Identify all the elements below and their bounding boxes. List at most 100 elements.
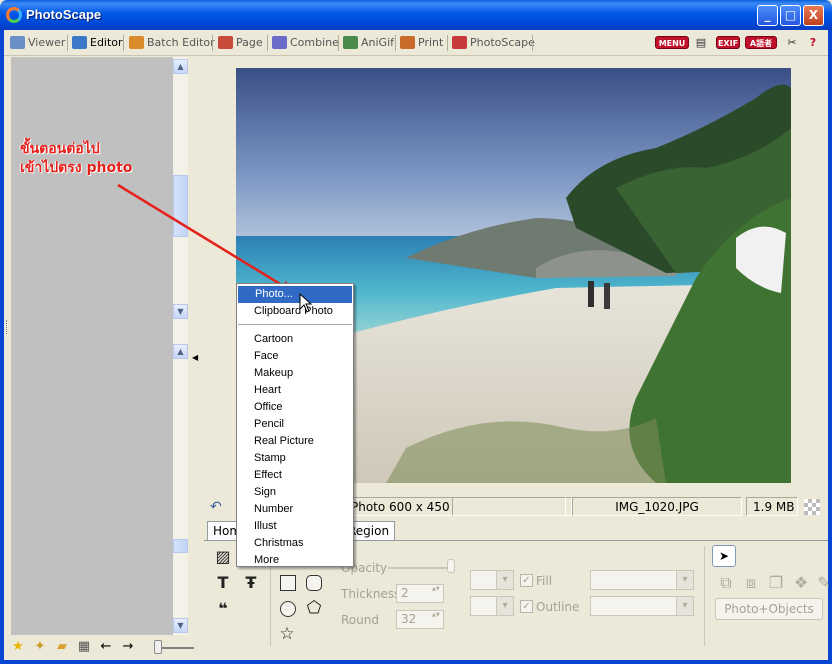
tab-anigif[interactable]: AniGif [341, 33, 394, 53]
scroll-down-icon[interactable]: ▼ [173, 618, 188, 633]
delete-object-icon[interactable]: ✎ [814, 573, 832, 593]
menu-button[interactable]: MENU [655, 36, 689, 49]
pentagon-shape-icon[interactable]: ⬠ [304, 598, 324, 618]
divider [704, 546, 705, 646]
tab-combine[interactable]: Combine [270, 33, 339, 53]
scroll-thumb[interactable] [173, 539, 188, 553]
window-frame-left [0, 30, 4, 664]
select-pointer-icon[interactable]: ➤ [712, 545, 736, 567]
thickness-stepper[interactable]: 2 [396, 584, 444, 603]
maximize-button[interactable]: □ [780, 5, 801, 26]
send-back-icon[interactable]: ⧈ [741, 573, 761, 593]
folder-tree-scrollbar[interactable]: ▲ ▼ ▲ ▼ [173, 57, 188, 635]
menu-item-photo[interactable]: Photo... [238, 286, 352, 303]
opacity-slider[interactable] [388, 567, 452, 569]
bring-front-icon[interactable]: ⧉ [716, 573, 736, 593]
text-outline-tool-icon[interactable]: Ŧ [241, 573, 261, 593]
ellipse-shape-icon[interactable] [280, 601, 296, 617]
annotation-line-2: เข้าไปตรง photo [20, 160, 133, 176]
tools-icon[interactable]: ✂ [785, 36, 799, 50]
scroll-down-icon[interactable]: ▼ [173, 304, 188, 319]
menu-item-heart[interactable]: Heart [237, 382, 353, 399]
tab-batch-editor[interactable]: Batch Editor [127, 33, 215, 53]
menu-item-office[interactable]: Office [237, 399, 353, 416]
thickness-label: Thickness [341, 587, 401, 601]
tab-separator [395, 35, 396, 51]
menu-item-sign[interactable]: Sign [237, 484, 353, 501]
menu-item-makeup[interactable]: Makeup [237, 365, 353, 382]
combine-icon [272, 36, 287, 49]
minimize-button[interactable]: _ [757, 5, 778, 26]
tab-photoscape[interactable]: PhotoScape [450, 33, 535, 53]
photo-object-icon[interactable]: ▨ [213, 547, 233, 567]
viewer-icon [10, 36, 25, 49]
collapse-arrow-icon[interactable]: ◀ [192, 353, 198, 362]
menu-item-clipboard-photo[interactable]: Clipboard Photo [237, 303, 353, 320]
editor-icon [72, 36, 87, 49]
menu-item-face[interactable]: Face [237, 348, 353, 365]
tab-viewer[interactable]: Viewer [8, 33, 65, 53]
text-tool-icon[interactable]: T [213, 573, 233, 593]
outline-label: Outline [536, 600, 580, 614]
tab-print[interactable]: Print [398, 33, 443, 53]
panel-grip[interactable] [6, 320, 9, 334]
menu-item-christmas[interactable]: Christmas [237, 535, 353, 552]
back-arrow-icon[interactable]: ← [98, 639, 114, 655]
menu-item-illust[interactable]: Illust [237, 518, 353, 535]
menu-item-more[interactable]: More [237, 552, 353, 569]
tab-page[interactable]: Page [216, 33, 263, 53]
outline-checkbox[interactable]: ✓ [520, 600, 533, 613]
outline-style-dropdown[interactable] [590, 596, 694, 616]
thumbnail-size-knob[interactable] [154, 640, 162, 654]
rounded-rectangle-shape-icon[interactable] [306, 575, 322, 591]
menu-item-number[interactable]: Number [237, 501, 353, 518]
window-frame-bottom [0, 660, 832, 664]
close-button[interactable]: X [803, 5, 824, 26]
star-icon[interactable]: ★ [10, 639, 26, 655]
menu-item-real-picture[interactable]: Real Picture [237, 433, 353, 450]
panel-splitter[interactable] [188, 57, 203, 635]
round-stepper[interactable]: 32 [396, 610, 444, 629]
opacity-slider-knob[interactable] [447, 559, 455, 573]
status-spacer [452, 497, 566, 516]
duplicate-icon[interactable]: ❐ [766, 573, 786, 593]
menu-item-cartoon[interactable]: Cartoon [237, 331, 353, 348]
menu-item-stamp[interactable]: Stamp [237, 450, 353, 467]
tab-separator [212, 35, 213, 51]
print-icon [400, 36, 415, 49]
rectangle-shape-icon[interactable] [280, 575, 296, 591]
scroll-thumb[interactable] [173, 175, 188, 237]
photo-objects-button[interactable]: Photo+Objects [715, 598, 823, 620]
undo-icon[interactable]: ↶ [210, 499, 222, 515]
exif-button[interactable]: EXIF [716, 36, 740, 49]
tab-separator [267, 35, 268, 51]
favorites-icon[interactable]: ✦ [32, 639, 48, 655]
batch-editor-icon [129, 36, 144, 49]
fill-style-dropdown[interactable] [590, 570, 694, 590]
menu-item-pencil[interactable]: Pencil [237, 416, 353, 433]
fill-checkbox[interactable]: ✓ [520, 574, 533, 587]
scroll-up-icon[interactable]: ▲ [173, 344, 188, 359]
tab-separator [67, 35, 68, 51]
tab-separator [447, 35, 448, 51]
film-icon[interactable]: ▦ [76, 639, 92, 655]
forward-arrow-icon[interactable]: → [120, 639, 136, 655]
tab-editor[interactable]: Editor [70, 33, 123, 53]
help-icon[interactable]: ? [806, 36, 820, 50]
photoscape-icon [452, 36, 467, 49]
speech-bubble-icon[interactable]: ❝ [213, 599, 233, 619]
fill-color-dropdown[interactable] [470, 570, 514, 590]
folder-icon[interactable]: ▰ [54, 639, 70, 655]
language-button[interactable]: A語者 [745, 36, 777, 49]
filesize-status: 1.9 MB [746, 497, 798, 516]
copy-icon[interactable]: ▤ [694, 36, 708, 50]
page-icon [218, 36, 233, 49]
transparency-checker-icon[interactable] [804, 499, 820, 515]
group-icon[interactable]: ❖ [791, 573, 811, 593]
star-shape-icon[interactable]: ☆ [277, 624, 297, 644]
left-bottom-toolbar: ★ ✦ ▰ ▦ ← → [4, 635, 204, 660]
menu-item-effect[interactable]: Effect [237, 467, 353, 484]
outline-color-dropdown[interactable] [470, 596, 514, 616]
filename-status: IMG_1020.JPG [572, 497, 742, 516]
scroll-up-icon[interactable]: ▲ [173, 59, 188, 74]
